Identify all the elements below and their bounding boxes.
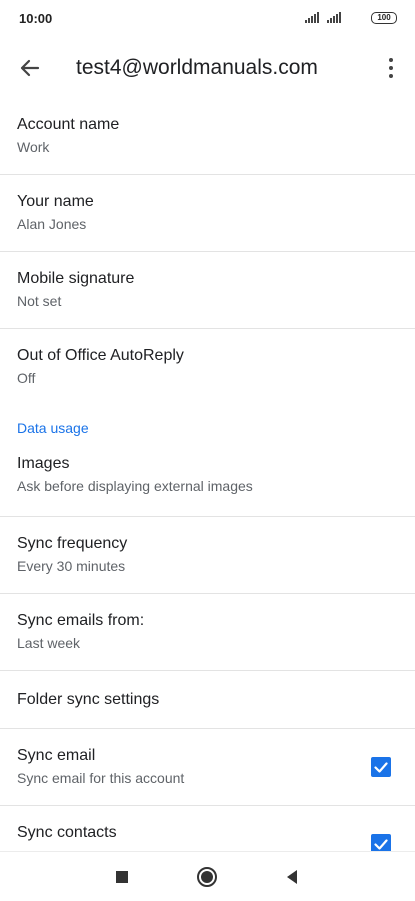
- setting-folder-sync[interactable]: Folder sync settings: [0, 671, 415, 729]
- setting-subtitle: Every 30 minutes: [17, 558, 126, 574]
- back-button[interactable]: [14, 52, 46, 84]
- setting-sync-emails-from[interactable]: Sync emails from: Last week: [0, 594, 415, 671]
- setting-title: Mobile signature: [17, 270, 135, 287]
- checkmark-icon: [374, 762, 388, 773]
- more-vert-icon: [389, 58, 393, 78]
- recents-button[interactable]: [111, 866, 133, 888]
- system-back-button[interactable]: [281, 866, 303, 888]
- setting-title: Folder sync settings: [17, 691, 160, 708]
- setting-account-name[interactable]: Account name Work: [0, 98, 415, 175]
- setting-out-of-office[interactable]: Out of Office AutoReply Off: [0, 329, 415, 406]
- recents-square-icon: [116, 871, 128, 883]
- setting-subtitle: Not set: [17, 293, 62, 309]
- setting-subtitle: Last week: [17, 635, 81, 651]
- status-time: 10:00: [19, 11, 53, 26]
- battery-icon: 100: [371, 12, 397, 24]
- sync-email-checkbox[interactable]: [371, 757, 391, 777]
- setting-subtitle: Off: [17, 370, 36, 386]
- setting-mobile-signature[interactable]: Mobile signature Not set: [0, 252, 415, 329]
- system-nav-bar: [0, 851, 415, 901]
- setting-subtitle: Ask before displaying external images: [17, 478, 253, 494]
- section-label: Data usage: [17, 420, 89, 436]
- setting-title: Images: [17, 455, 70, 472]
- status-bar: 10:00 100: [0, 0, 415, 38]
- setting-images[interactable]: Images Ask before displaying external im…: [0, 445, 415, 517]
- setting-title: Your name: [17, 193, 94, 210]
- setting-sync-email[interactable]: Sync email Sync email for this account: [0, 729, 415, 806]
- page-title: test4@worldmanuals.com: [76, 56, 318, 79]
- home-button[interactable]: [196, 866, 218, 888]
- setting-your-name[interactable]: Your name Alan Jones: [0, 175, 415, 252]
- setting-title: Sync emails from:: [17, 612, 145, 629]
- setting-subtitle: Work: [17, 139, 50, 155]
- setting-subtitle: Alan Jones: [17, 216, 87, 232]
- more-options-button[interactable]: [380, 52, 402, 84]
- signal-icon: [327, 12, 341, 23]
- setting-title: Account name: [17, 116, 120, 133]
- back-triangle-icon: [287, 870, 297, 884]
- back-arrow-icon: [20, 59, 40, 77]
- signal-icon: [305, 12, 319, 23]
- setting-sync-frequency[interactable]: Sync frequency Every 30 minutes: [0, 517, 415, 594]
- setting-title: Sync email: [17, 747, 96, 764]
- app-bar: test4@worldmanuals.com: [0, 38, 415, 98]
- settings-list: Account name Work Your name Alan Jones M…: [0, 98, 415, 883]
- setting-subtitle: Sync email for this account: [17, 770, 185, 786]
- setting-title: Out of Office AutoReply: [17, 347, 184, 364]
- setting-title: Sync frequency: [17, 535, 128, 552]
- home-circle-icon: [197, 867, 217, 887]
- setting-title: Sync contacts: [17, 824, 117, 841]
- section-header-data-usage: Data usage: [0, 406, 415, 445]
